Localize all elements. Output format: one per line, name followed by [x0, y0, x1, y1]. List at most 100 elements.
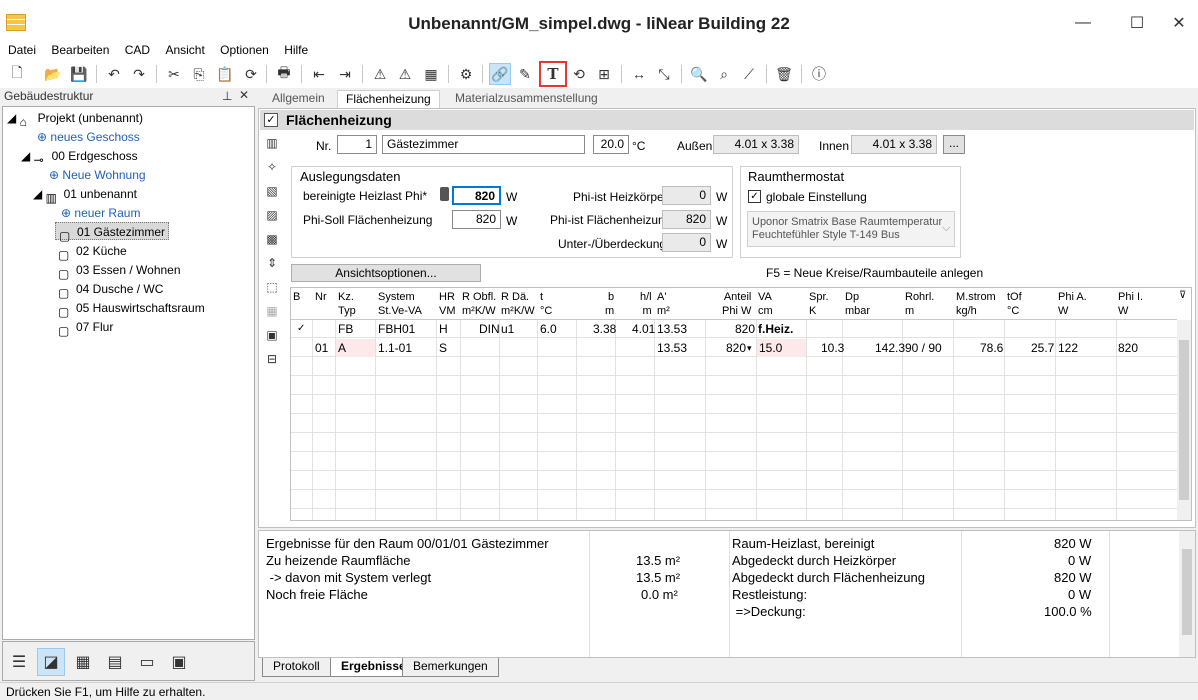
col-r-obfl[interactable]: R Obfl. m²K/W [462, 290, 496, 318]
col-t[interactable]: t °C [540, 290, 552, 318]
tree-new-room[interactable]: ⊕ neuer Raum [61, 204, 140, 222]
menu-hilfe[interactable]: Hilfe [278, 42, 314, 58]
menu-bearbeiten[interactable]: Bearbeiten [45, 42, 115, 58]
col-mstrom[interactable]: M.strom kg/h [956, 290, 996, 318]
col-hr[interactable]: HR VM [439, 290, 456, 318]
connect-icon[interactable]: ⊟ [262, 352, 282, 372]
table-row[interactable]: ✓ FB FBH01 H DIN u1 6.0 3.38 4.01 13.53 … [291, 320, 1177, 338]
col-anteil[interactable]: Anteil Phi W [722, 290, 751, 318]
paste-icon[interactable]: 📋 [214, 63, 236, 85]
frame-icon[interactable]: ▣ [262, 328, 282, 348]
layout-icon[interactable]: ▧ [262, 184, 282, 204]
col-phi-a[interactable]: Phi A. W [1058, 290, 1087, 318]
tree-new-floor[interactable]: ⊕ neues Geschoss [37, 128, 140, 146]
save-icon[interactable]: 💾 [68, 63, 90, 85]
info-icon[interactable]: ⓘ [808, 63, 830, 85]
column-chooser-icon[interactable]: ⊽ [1179, 290, 1186, 301]
dropdown-arrow-icon[interactable]: ▾ [747, 339, 752, 357]
tree-room-02[interactable]: ▢ 02 Küche [58, 242, 127, 262]
tree-room-05[interactable]: ▢ 05 Hauswirtschaftsraum [58, 299, 205, 319]
tab-materialzusammenstellung[interactable]: Materialzusammenstellung [447, 90, 606, 108]
import-icon[interactable]: ⇤ [308, 63, 330, 85]
col-spr[interactable]: Spr. K [809, 290, 829, 318]
distribute-icon[interactable]: ⇕ [262, 256, 282, 276]
col-va[interactable]: VA cm [758, 290, 773, 318]
calculator-small-icon[interactable] [440, 187, 449, 201]
tree-room-07[interactable]: ▢ 07 Flur [58, 318, 113, 338]
col-r-dae[interactable]: R Dä. m²K/W [501, 290, 535, 318]
tree-room-04[interactable]: ▢ 04 Dusche / WC [58, 280, 163, 300]
select-area-icon[interactable]: ⬚ [262, 280, 282, 300]
gear-icon[interactable]: ⚙ [455, 63, 477, 85]
menu-datei[interactable]: Datei [0, 42, 42, 58]
tree-project[interactable]: ◢ ⌂ Projekt (unbenannt) [7, 109, 143, 129]
tree-room-01[interactable]: ▢ 01 Gästezimmer [55, 222, 170, 243]
global-checkbox[interactable]: ✓ [748, 190, 761, 203]
room-name-field[interactable]: Gästezimmer [382, 135, 585, 154]
edit-layout-icon[interactable]: ▨ [262, 208, 282, 228]
card-view-icon[interactable]: ▣ [165, 648, 193, 676]
tree-new-apartment[interactable]: ⊕ Neue Wohnung [49, 166, 146, 184]
col-nr[interactable]: Nr [315, 290, 327, 304]
magic-wand-icon[interactable]: ✧ [262, 160, 282, 180]
close-panel-icon[interactable]: ✕ [239, 88, 249, 102]
measure-icon[interactable]: ↔ [628, 63, 650, 85]
circuit-icon[interactable]: ▥ [262, 136, 282, 156]
col-hl[interactable]: h/l m [640, 290, 652, 318]
grid-scrollbar[interactable] [1177, 320, 1191, 520]
table-row[interactable]: 01 A 1.1-01 S 13.53 820 ▾ 15.0 10.3 142.… [291, 339, 1177, 357]
open-folder-icon[interactable]: 📂 [42, 63, 64, 85]
table-row[interactable] [291, 434, 1177, 452]
col-a[interactable]: A' m² [657, 290, 670, 318]
tab-allgemein[interactable]: Allgemein [264, 90, 333, 108]
col-rohrl[interactable]: Rohrl. m [905, 290, 934, 318]
grid-scroll-thumb[interactable] [1179, 340, 1189, 500]
more-button[interactable]: ... [943, 135, 965, 154]
pin-icon[interactable]: ⊥ [222, 89, 232, 103]
floorplan-view-icon[interactable]: ◪ [37, 648, 65, 676]
table-row[interactable] [291, 415, 1177, 433]
pencil-icon[interactable]: ✎ [514, 63, 536, 85]
grid-icon[interactable]: ▦ [262, 304, 282, 324]
col-phi-i[interactable]: Phi I. W [1118, 290, 1143, 318]
table-row[interactable] [291, 453, 1177, 471]
nr-field[interactable]: 1 [337, 135, 377, 154]
building-view-icon[interactable]: ▦ [69, 648, 97, 676]
table-row[interactable] [291, 377, 1177, 395]
new-file-icon[interactable]: 🗋 [6, 63, 28, 85]
results-scrollbar[interactable] [1179, 531, 1195, 657]
col-tof[interactable]: tOf °C [1007, 290, 1022, 318]
warning-icon[interactable]: ⚠ [369, 63, 391, 85]
close-button[interactable]: ✕ [1159, 6, 1198, 40]
menu-ansicht[interactable]: Ansicht [159, 42, 210, 58]
tree-room-03[interactable]: ▢ 03 Essen / Wohnen [58, 261, 181, 281]
tab-protokoll[interactable]: Protokoll [262, 658, 331, 677]
tab-bemerkungen[interactable]: Bemerkungen [402, 658, 499, 677]
trash-icon[interactable]: 🗑 [773, 63, 795, 85]
col-b-m[interactable]: bm [605, 290, 614, 318]
temperature-field[interactable]: 20.0 [593, 135, 629, 154]
results-scroll-thumb[interactable] [1182, 549, 1192, 635]
tree-floor-00[interactable]: ◢ ⊸ 00 Erdgeschoss [21, 147, 138, 167]
thermostat-device-select[interactable]: Uponor Smatrix Base Raumtemperatur Feuch… [747, 211, 955, 247]
resize-icon[interactable]: ⤡ [653, 63, 675, 85]
link-icon[interactable]: 🔗 [489, 63, 511, 85]
heizlast-field[interactable]: 820 [452, 186, 501, 205]
refresh-icon[interactable]: ⟳ [240, 63, 262, 85]
hierarchy-icon[interactable]: ⊞ [593, 63, 615, 85]
calculator-icon[interactable]: ▦ [420, 63, 442, 85]
table-row[interactable] [291, 472, 1177, 490]
sync-icon[interactable]: ⟲ [568, 63, 590, 85]
ansichtsoptionen-button[interactable]: Ansichtsoptionen... [291, 264, 481, 282]
export-icon[interactable]: ⇥ [334, 63, 356, 85]
undo-icon[interactable]: ↶ [103, 63, 125, 85]
table-row[interactable] [291, 358, 1177, 376]
section-toggle-checkbox[interactable]: ✓ [264, 113, 278, 127]
table-view-icon[interactable]: ▭ [133, 648, 161, 676]
warning-list-icon[interactable]: ⚠ [394, 63, 416, 85]
col-kz[interactable]: Kz. Typ [338, 290, 356, 318]
maximize-button[interactable]: ☐ [1117, 6, 1157, 40]
col-dp[interactable]: Dp mbar [845, 290, 870, 318]
col-b[interactable]: B [293, 290, 300, 304]
cut-icon[interactable]: ✂ [163, 63, 185, 85]
